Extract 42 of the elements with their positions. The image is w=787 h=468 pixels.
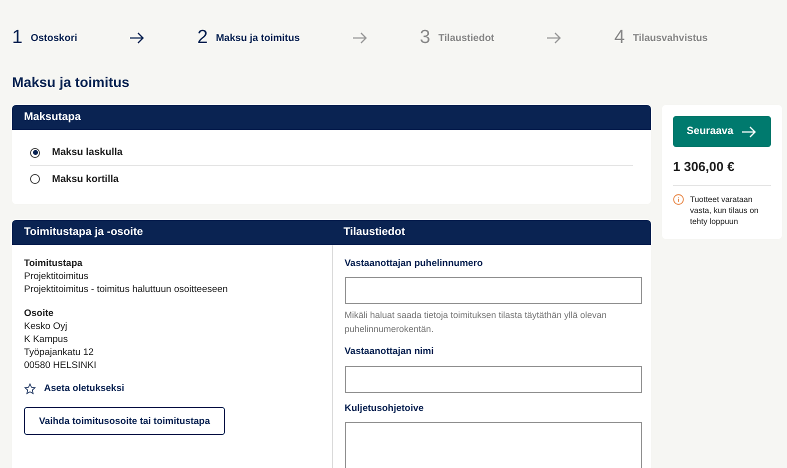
field-label: Osoite — [24, 307, 55, 320]
input-field[interactable] — [344, 366, 642, 392]
section-header: Toimitustapa ja -osoite — [12, 220, 332, 245]
field-label: Kuljetusohjetoive — [344, 402, 425, 416]
next-button[interactable]: Seuraava — [673, 116, 771, 147]
star-icon — [24, 382, 36, 394]
input-field[interactable] — [344, 277, 642, 304]
arrow-icon — [352, 32, 368, 44]
address-line: Kesko Oyj — [24, 320, 68, 333]
step-number: 3 — [420, 26, 430, 50]
step-number: 2 — [197, 26, 208, 50]
step-label: Maksu ja toimitus — [216, 32, 300, 46]
field-label: Vastaanottajan puhelinnumero — [344, 257, 484, 271]
set-default-link[interactable]: Aseta oletukseksi — [24, 382, 320, 395]
payment-option[interactable]: Maksu laskulla — [30, 140, 633, 166]
step-number: 4 — [614, 26, 625, 50]
order-total: 1 306,00 € — [673, 157, 771, 186]
step-number: 1 — [12, 26, 23, 50]
step-label: Ostoskori — [30, 32, 78, 46]
radio-button[interactable] — [30, 148, 40, 158]
address-line: 00580 HELSINKI — [24, 359, 98, 372]
field-label: Vastaanottajan nimi — [344, 345, 435, 360]
section-header: Tilaustiedot — [332, 220, 651, 245]
change-delivery-button[interactable]: Vaihda toimitusosoite tai toimitustapa — [24, 407, 226, 435]
hint-text: Mikäli haluat saada tietoja toimituksen tilasta täytäthän yllä olevan puhelinnumerokentän. — [344, 309, 608, 336]
info-icon — [673, 194, 684, 204]
method-text: Projektitoimitus — [24, 270, 90, 283]
step-label: Tilausvahvistus — [632, 32, 708, 46]
page-title: Maksu ja toimitus — [12, 73, 130, 92]
radio-button[interactable] — [30, 174, 40, 184]
notice-text: Tuotteet varataan vasta, kun tilaus on tehty loppuun — [690, 194, 760, 226]
address-line: Työpajankatu 12 — [24, 346, 95, 359]
step-label: Tilaustiedot — [438, 32, 494, 46]
arrow-icon — [741, 126, 758, 138]
section-header: Maksutapa — [12, 105, 651, 130]
method-text: Projektitoimitus - toimitus haluttuun osoitteeseen — [24, 283, 229, 296]
address-line: K Kampus — [24, 333, 69, 346]
text-area[interactable] — [344, 422, 642, 468]
payment-option[interactable]: Maksu kortilla — [30, 166, 633, 192]
arrow-icon — [129, 32, 146, 44]
arrow-icon — [546, 32, 562, 44]
field-label: Toimitustapa — [24, 257, 84, 270]
